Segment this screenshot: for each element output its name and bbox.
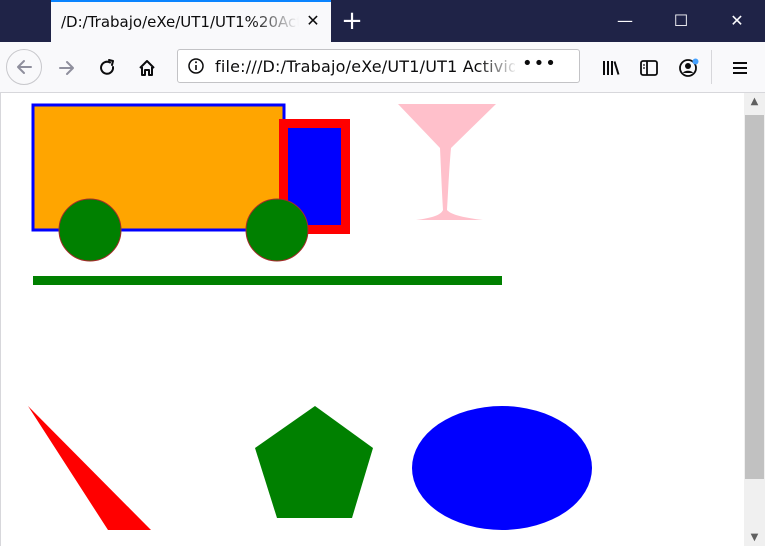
maximize-button[interactable]: ☐ xyxy=(653,0,709,42)
title-bar: /D:/Trabajo/eXe/UT1/UT1%20Actividad ✕ + … xyxy=(0,0,765,42)
red-triangle xyxy=(28,406,151,530)
tab-title-fade xyxy=(251,2,299,42)
active-tab[interactable]: /D:/Trabajo/eXe/UT1/UT1%20Actividad ✕ xyxy=(51,0,331,42)
truck-wheel-rear xyxy=(58,198,122,262)
scroll-down-icon[interactable]: ▼ xyxy=(744,529,765,546)
hamburger-menu-icon[interactable] xyxy=(723,51,757,85)
road-line xyxy=(33,276,502,285)
navigation-toolbar: file:///D:/Trabajo/eXe/UT1/UT1 Actividad… xyxy=(0,42,765,93)
blue-ellipse xyxy=(412,406,592,530)
page-actions-button[interactable]: ••• xyxy=(522,53,556,79)
vertical-scrollbar[interactable]: ▲ ▼ xyxy=(744,93,765,546)
minimize-button[interactable]: — xyxy=(597,0,653,42)
forward-arrow-icon[interactable] xyxy=(50,51,84,85)
back-arrow-icon[interactable] xyxy=(6,49,42,85)
tab-close-icon[interactable]: ✕ xyxy=(303,11,323,31)
close-window-button[interactable]: ✕ xyxy=(709,0,765,42)
info-icon[interactable] xyxy=(187,57,205,75)
cocktail-glass xyxy=(398,104,496,220)
url-bar[interactable]: file:///D:/Trabajo/eXe/UT1/UT1 Actividad… xyxy=(177,49,580,83)
sidebar-icon[interactable] xyxy=(632,51,666,85)
green-pentagon xyxy=(255,406,373,518)
toolbar-separator xyxy=(711,50,712,84)
new-tab-button[interactable]: + xyxy=(338,7,366,35)
account-icon[interactable] xyxy=(672,51,706,85)
reload-icon[interactable] xyxy=(90,51,124,85)
scrollbar-thumb[interactable] xyxy=(745,115,764,479)
library-icon[interactable] xyxy=(594,51,628,85)
url-fade xyxy=(478,50,518,82)
scroll-up-icon[interactable]: ▲ xyxy=(744,93,765,110)
truck-wheel-front xyxy=(245,198,309,262)
drawing-canvas xyxy=(28,103,592,530)
page-content xyxy=(0,93,744,546)
home-icon[interactable] xyxy=(130,51,164,85)
url-text[interactable]: file:///D:/Trabajo/eXe/UT1/UT1 Actividad… xyxy=(215,57,515,76)
